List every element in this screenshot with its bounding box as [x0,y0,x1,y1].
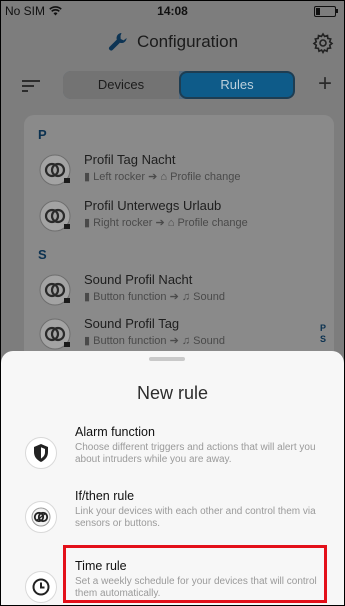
shield-icon [34,444,48,462]
link-icon [31,507,51,527]
option-if-then-rule[interactable]: If/then rule Link your devices with each… [1,489,344,549]
section-header-p: P [38,127,47,142]
rules-list: P Profil Tag Nacht ▮ Left rocker ➔ ⌂ Pro… [24,115,334,365]
rule-description: ▮ Right rocker ➔ ⌂ Profile change [84,216,248,229]
rule-trigger: Right rocker [93,217,153,229]
rule-link-icon [39,200,71,232]
trigger-icon: ▮ [84,217,94,229]
status-bar: No SIM 14:08 [1,1,344,21]
section-index[interactable]: P S [320,323,326,345]
option-description: Link your devices with each other and co… [75,506,316,529]
rule-name: Sound Profil Nacht [84,272,193,287]
sheet-grabber[interactable] [149,357,185,361]
rule-name: Profil Tag Nacht [84,152,176,167]
option-alarm-function[interactable]: Alarm function Choose different triggers… [1,425,344,485]
gear-icon[interactable] [312,32,334,54]
index-letter[interactable]: P [320,323,326,334]
trigger-icon: ▮ [84,335,94,347]
rule-description: ▮ Button function ➔ ♫ Sound [84,290,225,303]
rule-trigger: Left rocker [93,171,146,183]
segmented-control: Devices Rules [63,71,295,99]
sheet-title: New rule [136,383,209,403]
music-note-icon: ♫ [181,291,194,303]
trigger-icon: ▮ [84,291,94,303]
rule-link-icon [39,274,71,306]
option-name: If/then rule [75,489,135,503]
rule-trigger: Button function [93,291,167,303]
clock-icon [32,578,50,596]
option-icon-container [25,571,57,603]
rule-trigger: Button function [93,335,167,347]
battery-icon [314,6,338,17]
rule-name: Profil Unterwegs Urlaub [84,198,222,213]
tab-rules[interactable]: Rules [179,71,295,99]
add-icon[interactable]: + [318,72,332,96]
arrow-right-icon: ➔ [169,335,182,347]
arrow-right-icon: ➔ [148,171,161,183]
profile-icon: ⌂ [167,217,178,229]
new-rule-sheet: New rule Alarm function Choose different… [1,351,344,605]
app-frame: No SIM 14:08 Configuration Devices Rules… [0,0,345,606]
rule-action: Sound [193,291,225,303]
rule-item[interactable]: Sound Profil Tag ▮ Button function ➔ ♫ S… [38,315,328,355]
option-description: Choose different triggers and actions th… [75,442,316,465]
wrench-icon [108,33,127,51]
tab-devices[interactable]: Devices [63,71,179,99]
battery-level [316,8,320,15]
highlight-box [63,545,327,603]
option-icon-container [25,437,57,469]
option-name: Alarm function [75,425,155,439]
rule-action: Sound [193,335,225,347]
rule-link-icon [39,318,71,350]
rule-description: ▮ Left rocker ➔ ⌂ Profile change [84,170,240,183]
index-letter[interactable]: S [320,334,326,345]
rule-description: ▮ Button function ➔ ♫ Sound [84,334,225,347]
trigger-icon: ▮ [84,171,94,183]
arrow-right-icon: ➔ [169,291,182,303]
title-group: Configuration [1,31,344,53]
clock: 14:08 [157,4,188,18]
sort-icon[interactable] [22,79,40,93]
rule-link-icon [39,154,71,186]
nav-header: Configuration [1,21,344,67]
toolbar: Devices Rules + [1,71,344,103]
profile-icon: ⌂ [160,171,171,183]
rule-action: Profile change [170,171,241,183]
music-note-icon: ♫ [181,335,194,347]
rule-action: Profile change [177,217,248,229]
section-header-s: S [38,247,47,262]
option-icon-container [25,501,57,533]
page-title: Configuration [136,32,239,51]
rule-item[interactable]: Profil Unterwegs Urlaub ▮ Right rocker ➔… [38,197,328,237]
arrow-right-icon: ➔ [155,217,168,229]
rule-name: Sound Profil Tag [84,316,180,331]
rule-item[interactable]: Profil Tag Nacht ▮ Left rocker ➔ ⌂ Profi… [38,151,328,191]
rule-item[interactable]: Sound Profil Nacht ▮ Button function ➔ ♫… [38,271,328,311]
